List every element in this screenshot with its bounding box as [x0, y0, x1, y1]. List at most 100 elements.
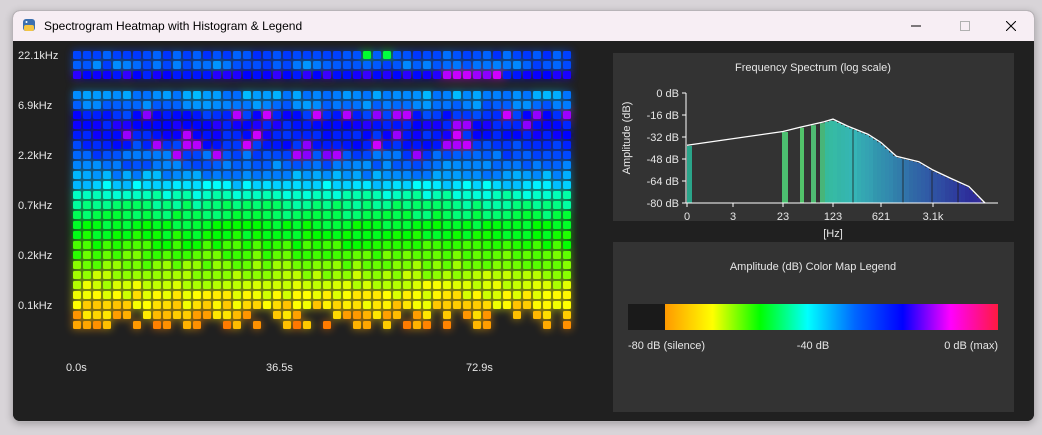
- heatmap-cell: [433, 291, 441, 299]
- heatmap-cell: [363, 271, 371, 279]
- heatmap-cell: [173, 151, 181, 159]
- heatmap-cell: [233, 181, 241, 189]
- heatmap-cell: [243, 261, 251, 269]
- heatmap-cell: [283, 101, 291, 109]
- heatmap-cell: [263, 91, 271, 99]
- heatmap-cell: [373, 311, 381, 319]
- heatmap-cell: [363, 301, 371, 309]
- spectrum-bar: [929, 169, 933, 203]
- heatmap-cell: [113, 91, 121, 99]
- heatmap-cell: [83, 121, 91, 129]
- heatmap-cell: [523, 291, 531, 299]
- heatmap-cell: [353, 61, 361, 69]
- heatmap-cell: [153, 121, 161, 129]
- heatmap-cell: [263, 151, 271, 159]
- heatmap-cell: [183, 171, 191, 179]
- heatmap-cell: [143, 301, 151, 309]
- heatmap-cell: [363, 101, 371, 109]
- heatmap-cell: [363, 91, 371, 99]
- spectrum-xlabel-area: [Hz]: [613, 221, 1014, 242]
- maximize-button[interactable]: [942, 11, 988, 41]
- heatmap-cell: [563, 171, 571, 179]
- heatmap-cell: [133, 61, 141, 69]
- heatmap-cell: [523, 131, 531, 139]
- close-button[interactable]: [988, 11, 1034, 41]
- minimize-button[interactable]: [893, 11, 939, 41]
- heatmap-cell: [553, 101, 561, 109]
- heatmap-cell: [93, 311, 101, 319]
- heatmap-cell: [313, 71, 321, 79]
- heatmap-cell: [343, 111, 351, 119]
- heatmap-cell: [123, 261, 131, 269]
- python-app-icon: [23, 19, 35, 31]
- heatmap-cell: [153, 71, 161, 79]
- heatmap-cell: [113, 121, 121, 129]
- heatmap-cell: [523, 191, 531, 199]
- heatmap-cell: [83, 151, 91, 159]
- heatmap-cell: [363, 291, 371, 299]
- heatmap-cell: [303, 271, 311, 279]
- heatmap-cell: [243, 231, 251, 239]
- heatmap-cell: [253, 161, 261, 169]
- heatmap-cell: [113, 251, 121, 259]
- heatmap-cell: [223, 101, 231, 109]
- heatmap-cell: [243, 51, 251, 59]
- heatmap-cell: [133, 171, 141, 179]
- heatmap-cell: [173, 191, 181, 199]
- heatmap-cell: [313, 291, 321, 299]
- heatmap-cell: [83, 131, 91, 139]
- heatmap-cell: [413, 51, 421, 59]
- heatmap-cell: [423, 71, 431, 79]
- heatmap-cell: [93, 301, 101, 309]
- legend-silence-swatch: [628, 304, 665, 330]
- heatmap-cell: [233, 101, 241, 109]
- heatmap-cell: [103, 261, 111, 269]
- heatmap-cell: [563, 51, 571, 59]
- heatmap-cell: [403, 241, 411, 249]
- heatmap-cell: [183, 261, 191, 269]
- colormap-legend: Amplitude (dB) Color Map Legend -80 dB (…: [628, 261, 998, 352]
- heatmap-cell: [73, 161, 81, 169]
- heatmap-cell: [253, 281, 261, 289]
- heatmap-cell: [353, 121, 361, 129]
- heatmap-cell: [203, 171, 211, 179]
- heatmap-cell: [133, 291, 141, 299]
- heatmap-cell: [213, 301, 221, 309]
- heatmap-cell: [243, 121, 251, 129]
- heatmap-cell: [163, 141, 171, 149]
- heatmap-cell: [83, 181, 91, 189]
- heatmap-cell: [393, 151, 401, 159]
- heatmap-cell: [103, 51, 111, 59]
- heatmap-cell: [333, 231, 341, 239]
- heatmap-cell: [133, 261, 141, 269]
- heatmap-cell: [113, 141, 121, 149]
- heatmap-cell: [533, 71, 541, 79]
- heatmap-cell: [233, 251, 241, 259]
- heatmap-cell: [353, 51, 361, 59]
- heatmap-cell: [93, 161, 101, 169]
- spectrum-bar: [909, 160, 913, 203]
- heatmap-cell: [383, 181, 391, 189]
- heatmap-cell: [313, 121, 321, 129]
- heatmap-cell: [473, 131, 481, 139]
- title-bar[interactable]: Spectrogram Heatmap with Histogram & Leg…: [13, 11, 1034, 41]
- heatmap-cell: [253, 241, 261, 249]
- heatmap-cell: [253, 201, 261, 209]
- heatmap-cell: [203, 251, 211, 259]
- heatmap-cell: [293, 251, 301, 259]
- spectrum-bar: [905, 159, 909, 203]
- heatmap-cell: [303, 101, 311, 109]
- heatmap-cell: [223, 311, 231, 319]
- heatmap-cell: [293, 101, 301, 109]
- heatmap-cell: [463, 151, 471, 159]
- heatmap-cell: [223, 221, 231, 229]
- heatmap-cell: [93, 131, 101, 139]
- heatmap-cell: [393, 51, 401, 59]
- heatmap-cell: [273, 181, 281, 189]
- heatmap-cell: [413, 161, 421, 169]
- heatmap-cell: [423, 61, 431, 69]
- heatmap-cell: [533, 251, 541, 259]
- heatmap-cell: [433, 171, 441, 179]
- heatmap-cell: [343, 51, 351, 59]
- heatmap-cell: [263, 141, 271, 149]
